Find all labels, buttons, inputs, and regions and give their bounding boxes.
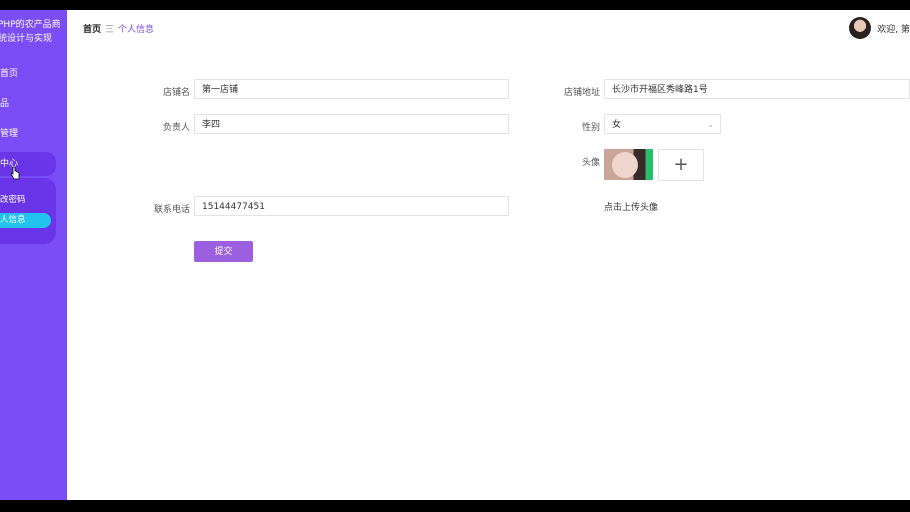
manager-label: 负责人 bbox=[162, 123, 190, 133]
hand-cursor-icon bbox=[10, 166, 20, 180]
avatar-preview-image[interactable] bbox=[604, 149, 653, 180]
sidebar-item-home[interactable]: 首页 bbox=[0, 64, 56, 84]
app-title-line1: PHP的农产品商 bbox=[0, 20, 61, 30]
app-window: PHP的农产品商 统设计与实现 首页 品 管理 中心 改密码 人信息 首页三个人… bbox=[0, 10, 910, 500]
sidebar-item-management[interactable]: 管理 bbox=[0, 124, 56, 144]
avatar[interactable] bbox=[849, 17, 872, 39]
avatar-label: 头像 bbox=[581, 158, 600, 168]
sidebar-item-products[interactable]: 品 bbox=[0, 94, 56, 114]
app-title: PHP的农产品商 统设计与实现 bbox=[0, 18, 67, 46]
gender-value: 女 bbox=[612, 120, 622, 130]
gender-label: 性别 bbox=[581, 123, 600, 133]
user-info[interactable]: 欢迎, 第 bbox=[849, 16, 910, 40]
upload-avatar-button[interactable]: + bbox=[658, 149, 704, 181]
phone-field[interactable]: 15144477451 bbox=[194, 196, 509, 216]
sidebar-item-personal-center[interactable]: 中心 bbox=[0, 152, 56, 176]
shop-address-label: 店铺地址 bbox=[563, 88, 600, 98]
breadcrumb-current: 个人信息 bbox=[118, 25, 155, 35]
welcome-text: 欢迎, 第 bbox=[877, 24, 910, 35]
gender-select[interactable]: 女 ⌄ bbox=[604, 114, 721, 134]
breadcrumb: 首页三个人信息 bbox=[83, 22, 154, 35]
shop-name-label: 店铺名 bbox=[162, 88, 190, 98]
chevron-down-icon: ⌄ bbox=[707, 120, 714, 129]
shop-address-field[interactable]: 长沙市开福区秀峰路1号 bbox=[604, 79, 910, 99]
breadcrumb-separator: 三 bbox=[105, 25, 115, 35]
plus-icon: + bbox=[673, 154, 689, 175]
manager-field[interactable]: 李四 bbox=[194, 114, 509, 134]
shop-name-field[interactable]: 第一店铺 bbox=[194, 79, 509, 99]
topbar: 首页三个人信息 欢迎, 第 bbox=[67, 10, 910, 46]
sidebar: PHP的农产品商 统设计与实现 首页 品 管理 中心 改密码 人信息 bbox=[0, 10, 67, 500]
breadcrumb-home[interactable]: 首页 bbox=[83, 25, 101, 35]
submenu-item-change-password[interactable]: 改密码 bbox=[0, 193, 26, 205]
submenu-item-personal-info[interactable]: 人信息 bbox=[0, 213, 51, 228]
app-title-line2: 统设计与实现 bbox=[0, 34, 53, 44]
avatar-face-shape bbox=[612, 152, 638, 178]
upload-avatar-hint: 点击上传头像 bbox=[604, 203, 659, 213]
sidebar-submenu: 改密码 人信息 bbox=[0, 178, 56, 244]
submit-button[interactable]: 提交 bbox=[194, 241, 253, 262]
phone-label: 联系电话 bbox=[153, 205, 190, 215]
